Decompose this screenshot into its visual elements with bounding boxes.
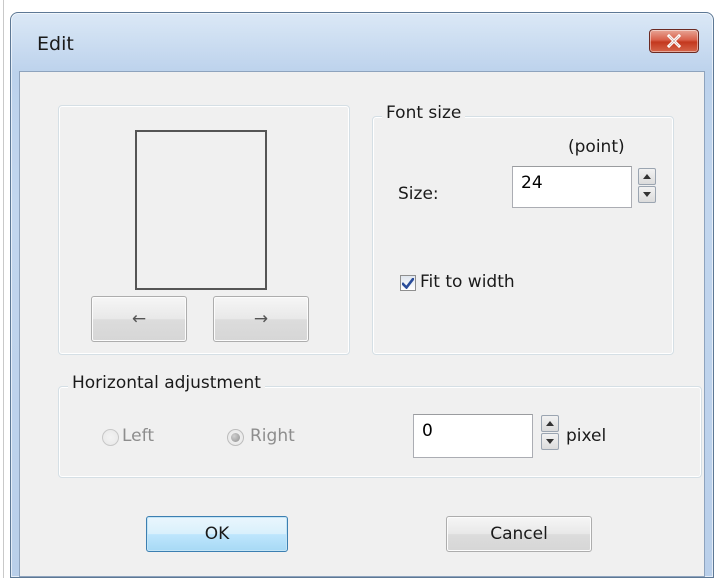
pixel-unit-label: pixel (566, 426, 607, 446)
window-title: Edit (37, 33, 74, 55)
close-button[interactable] (649, 29, 699, 53)
left-radio[interactable] (102, 429, 119, 446)
cancel-button[interactable]: Cancel (446, 516, 592, 552)
point-unit-label: (point) (568, 137, 625, 157)
background-edge (0, 0, 4, 578)
offset-increment-button[interactable] (541, 415, 559, 432)
font-size-group (372, 116, 674, 355)
dialog-client-area: ← → Font size (point) Size: 24 Fit to wi… (19, 71, 705, 577)
spin-down-icon (546, 439, 554, 444)
fit-to-width-label[interactable]: Fit to width (420, 272, 515, 292)
preview-group: ← → (58, 105, 350, 355)
horizontal-adjustment-legend: Horizontal adjustment (68, 373, 265, 393)
radio-selected-dot (231, 433, 240, 442)
left-radio-label[interactable]: Left (122, 426, 154, 446)
arrow-right-icon: → (253, 309, 269, 329)
arrow-left-icon: ← (131, 309, 147, 329)
size-label: Size: (398, 184, 439, 204)
spin-up-icon (546, 421, 554, 426)
close-x-icon (666, 34, 682, 48)
size-decrement-button[interactable] (638, 186, 656, 203)
font-size-legend: Font size (382, 103, 466, 123)
right-radio-label[interactable]: Right (250, 426, 295, 446)
next-button[interactable]: → (213, 296, 309, 342)
offset-spinner (541, 415, 559, 451)
edit-dialog: Edit ← → Font size (point) Size: 24 Fit … (10, 12, 714, 578)
size-increment-button[interactable] (638, 168, 656, 185)
fit-to-width-checkbox[interactable] (400, 275, 416, 291)
page-preview (135, 130, 267, 290)
spin-down-icon (643, 192, 651, 197)
size-spinner (638, 168, 656, 204)
offset-decrement-button[interactable] (541, 433, 559, 450)
ok-button[interactable]: OK (146, 516, 288, 552)
spin-up-icon (643, 174, 651, 179)
size-input[interactable]: 24 (512, 166, 632, 208)
right-radio[interactable] (227, 429, 244, 446)
checkmark-icon (402, 277, 414, 289)
previous-button[interactable]: ← (91, 296, 187, 342)
offset-input[interactable]: 0 (413, 414, 533, 458)
